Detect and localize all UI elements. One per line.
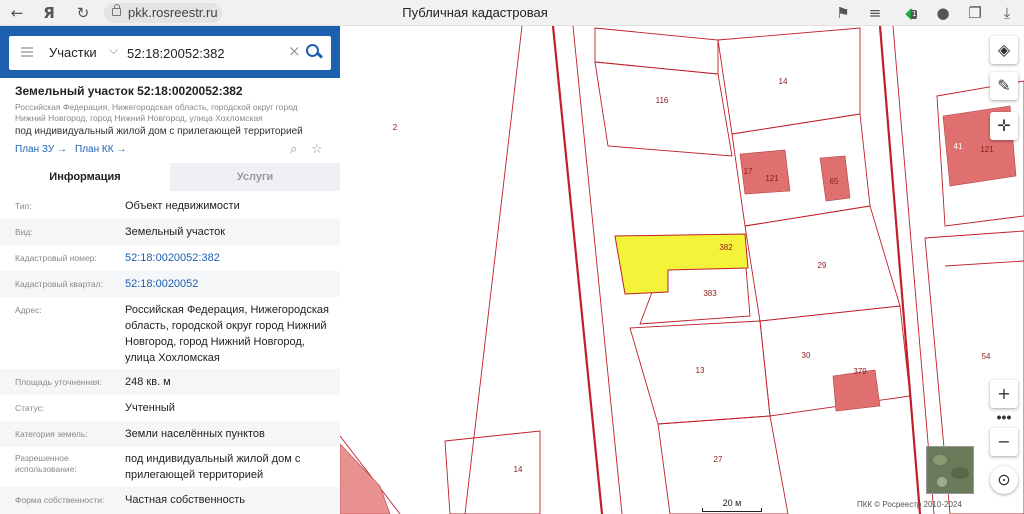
parcel-label: 14 [779, 77, 788, 86]
parcel-label: 383 [703, 289, 717, 298]
parcel-label: 54 [982, 352, 991, 361]
object-title: Земельный участок 52:18:0020052:382 [15, 84, 243, 98]
search-box: Участки ⌵ × [9, 36, 331, 70]
info-row-ownership: Форма собственности: Частная собственнос… [0, 487, 340, 514]
tab-information[interactable]: Информация [0, 163, 170, 191]
parcel-label: 65 [830, 177, 839, 186]
lock-icon [112, 4, 121, 16]
layers-icon[interactable]: ◈ [990, 36, 1018, 64]
search-icon[interactable] [305, 43, 323, 61]
category-select[interactable]: Участки [49, 36, 97, 70]
url-text: pkk.rosreestr.ru [128, 5, 218, 20]
scale-label: 20 м [722, 498, 742, 508]
plan-zu-link[interactable]: План ЗУ → [15, 144, 67, 155]
info-row-address: Адрес: Российская Федерация, Нижегородск… [0, 297, 340, 369]
scale-bar [702, 508, 762, 512]
info-row-cadastral-quarter: Кадастровый квартал: 52:18:0020052 [0, 271, 340, 297]
object-use: под индивидуальный жилой дом с прилегающ… [15, 126, 303, 137]
info-row-land-category: Категория земель: Земли населённых пункт… [0, 421, 340, 447]
account-icon[interactable]: ● [934, 4, 952, 22]
parcel-label: 2 [393, 123, 398, 132]
row-value: Учтенный [125, 402, 175, 414]
row-label: Тип: [15, 201, 32, 211]
address-bar[interactable]: pkk.rosreestr.ru [104, 3, 222, 23]
browser-toolbar: ← Я ↻ pkk.rosreestr.ru Публичная кадастр… [0, 0, 1024, 46]
row-label: Площадь уточненная: [15, 377, 102, 387]
row-label: Вид: [15, 227, 33, 237]
extension-icon[interactable]: ◆1 [902, 4, 920, 22]
info-row-permitted-use: Разрешенное использование: под индивидуа… [0, 447, 340, 487]
search-input[interactable] [127, 42, 287, 64]
parcel-label: 116 [656, 96, 669, 105]
row-label: Статус: [15, 403, 45, 413]
cadastral-map[interactable]: 2 116 14 17 121 65 41 121 382 29 383 13 … [340, 26, 1024, 514]
row-value: Земли населённых пунктов [125, 428, 265, 440]
hamburger-icon[interactable] [21, 47, 33, 57]
info-row-area: Площадь уточненная: 248 кв. м [0, 369, 340, 395]
tab-bar: Информация Услуги [0, 163, 340, 191]
row-value: Частная собственность [125, 494, 246, 506]
row-label: Форма собственности: [15, 495, 105, 505]
info-row-type: Тип: Объект недвижимости [0, 193, 340, 219]
info-row-kind: Вид: Земельный участок [0, 219, 340, 245]
refresh-icon[interactable]: ↻ [74, 4, 92, 22]
parcel-label: 13 [696, 366, 705, 375]
row-value: Российская Федерация, Нижегородская обла… [125, 304, 329, 364]
parcel-label: 27 [714, 455, 723, 464]
back-arrow-icon[interactable]: ← [8, 4, 26, 22]
parcel-label: 121 [980, 145, 994, 154]
extension-badge: 1 [911, 10, 918, 19]
row-label: Кадастровый квартал: [15, 279, 103, 289]
plan-kk-link[interactable]: План КК → [75, 144, 126, 155]
clear-icon[interactable]: × [288, 42, 301, 60]
info-row-status: Статус: Учтенный [0, 395, 340, 421]
parcel-label: 379 [853, 367, 867, 376]
row-label: Разрешенное использование: [15, 453, 77, 474]
zoom-out-icon[interactable]: − [990, 428, 1018, 456]
zoom-in-icon[interactable]: + [990, 380, 1018, 408]
search-header: Участки ⌵ × ‹ [0, 26, 340, 78]
row-value: под индивидуальный жилой дом с прилегающ… [125, 453, 301, 481]
map-canvas[interactable]: 2 116 14 17 121 65 41 121 382 29 383 13 … [340, 26, 1024, 514]
more-icon[interactable]: ••• [990, 409, 1018, 425]
bookmark-icon[interactable]: ⚑ [834, 4, 852, 22]
compass-icon[interactable]: ⊙ [990, 466, 1018, 494]
parcel-label: 41 [954, 142, 963, 151]
parcel-label: 30 [802, 351, 811, 360]
info-row-cadastral-number: Кадастровый номер: 52:18:0020052:382 [0, 245, 340, 271]
object-address: Российская Федерация, Нижегородская обла… [15, 102, 298, 123]
crosshair-icon[interactable]: ✛ [990, 112, 1018, 140]
tab-services[interactable]: Услуги [170, 163, 340, 191]
info-panel: Участки ⌵ × ‹ Земельный участок 52:18:00… [0, 26, 340, 514]
row-value: Объект недвижимости [125, 200, 240, 212]
share-icon[interactable]: ❐ [966, 4, 984, 22]
parcel-label: 17 [744, 167, 753, 176]
parcel-label: 121 [765, 174, 779, 183]
cadastral-number-link[interactable]: 52:18:0020052:382 [125, 250, 330, 266]
star-icon[interactable]: ☆ [311, 142, 323, 157]
search-doc-icon[interactable]: ⌕ [290, 142, 297, 157]
row-label: Кадастровый номер: [15, 253, 97, 263]
download-icon[interactable]: ⤓ [998, 4, 1016, 22]
page-title: Публичная кадастровая карта [402, 5, 548, 46]
chevron-down-icon[interactable]: ⌵ [109, 43, 118, 58]
selected-parcel-label[interactable]: 382 [719, 243, 733, 252]
menu-icon[interactable]: ≡ [866, 4, 884, 22]
yandex-logo-icon[interactable]: Я [40, 4, 58, 22]
row-label: Адрес: [15, 305, 42, 315]
copyright: ПКК © Росреестр 2010-2024 [857, 500, 962, 509]
basemap-switcher[interactable] [926, 446, 974, 494]
ruler-icon[interactable]: ✎ [990, 72, 1018, 100]
cadastral-quarter-link[interactable]: 52:18:0020052 [125, 276, 330, 292]
row-value: 248 кв. м [125, 376, 171, 388]
parcel-label: 14 [514, 465, 523, 474]
row-label: Категория земель: [15, 429, 88, 439]
row-value: Земельный участок [125, 226, 226, 238]
parcel-label: 29 [818, 261, 827, 270]
